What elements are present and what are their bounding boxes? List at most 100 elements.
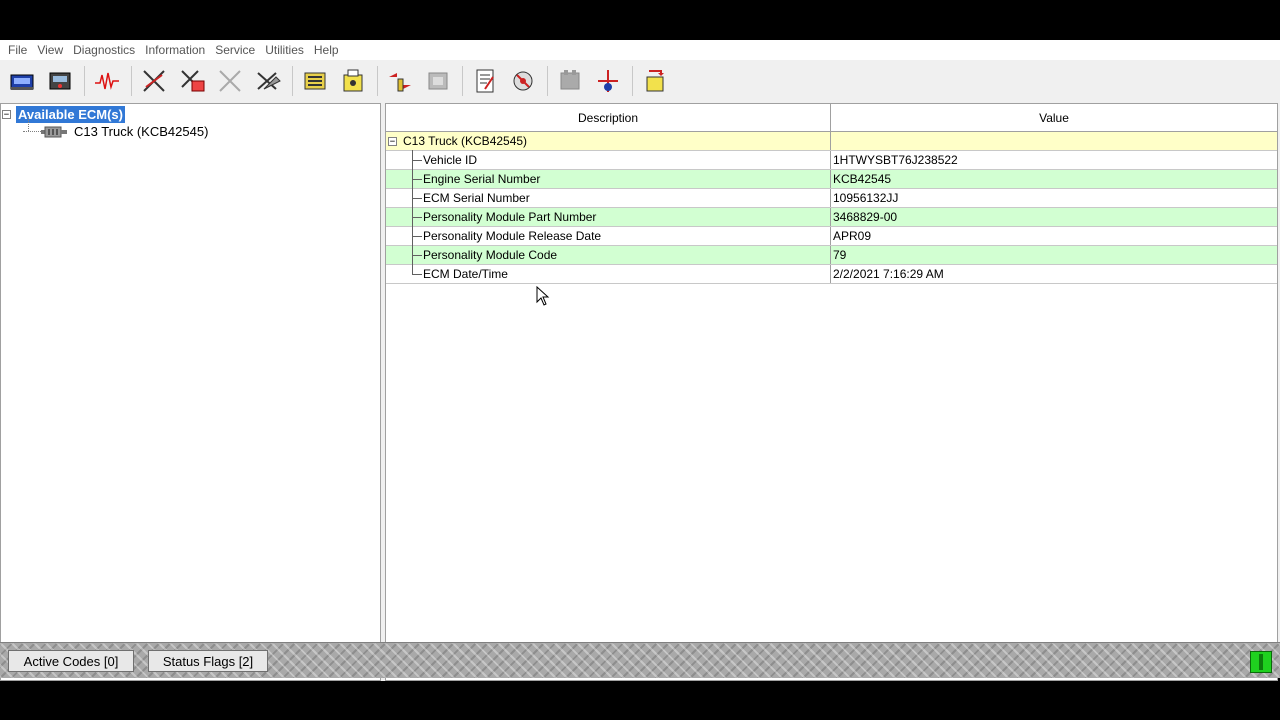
tree-connector-line (412, 150, 413, 170)
group-description-cell: − C13 Truck (KCB42545) (386, 132, 831, 150)
row-value: KCB42545 (833, 172, 892, 186)
description-cell: Personality Module Part Number (386, 207, 831, 227)
toolbar-separator (547, 66, 548, 96)
tree-connector-line (412, 235, 422, 237)
description-cell: ECM Serial Number (386, 188, 831, 208)
tree-root-label[interactable]: Available ECM(s) (15, 105, 126, 124)
description-cell: Engine Serial Number (386, 169, 831, 189)
configuration-button[interactable] (297, 64, 333, 98)
row-value: 1HTWYSBT76J238522 (833, 153, 958, 167)
flash-file-button[interactable] (637, 64, 673, 98)
flash-button[interactable] (505, 64, 541, 98)
menu-file[interactable]: File (4, 40, 31, 60)
ecm-tree-panel: − Available ECM(s) C13 Truck (KCB42545) (0, 103, 381, 681)
description-cell: Personality Module Code (386, 245, 831, 265)
row-value: 10956132JJ (833, 191, 899, 205)
connect-icon (10, 74, 34, 90)
row-description: Vehicle ID (423, 153, 478, 167)
menu-information[interactable]: Information (141, 40, 209, 60)
column-header-description[interactable]: Description (386, 104, 831, 131)
tree-connector-line (412, 216, 422, 218)
tests-icon (389, 73, 411, 92)
tree-root-node[interactable]: − Available ECM(s) (1, 105, 126, 124)
events-button[interactable] (212, 64, 248, 98)
collapse-toggle[interactable]: − (388, 136, 397, 146)
tree-connector-line (412, 207, 413, 227)
row-value: 3468829-00 (833, 210, 898, 224)
row-description: ECM Serial Number (423, 191, 530, 205)
toolbar-separator (462, 66, 463, 96)
document-button[interactable] (467, 64, 503, 98)
grid-header: Description Value (386, 104, 1277, 132)
tree-connector-line (412, 226, 413, 246)
calibrations-button[interactable] (420, 64, 456, 98)
graph-icon (560, 70, 580, 90)
clear-codes-icon (257, 72, 281, 90)
document-icon (476, 69, 494, 93)
tree-connector-line (412, 169, 413, 189)
disconnect-icon (49, 72, 71, 90)
menu-utilities[interactable]: Utilities (261, 40, 308, 60)
menu-bar: File View Diagnostics Information Servic… (0, 40, 1280, 60)
collapse-toggle[interactable]: − (2, 110, 11, 120)
tests-button[interactable] (382, 64, 418, 98)
table-row[interactable]: ECM Serial Number 10956132JJ (386, 188, 1277, 208)
flash-icon (513, 71, 533, 91)
tree-connector-line (412, 197, 422, 199)
tree-connector-line (412, 254, 422, 256)
logged-codes-icon (181, 70, 205, 92)
toolbar-separator (377, 66, 378, 96)
grid-group-row[interactable]: − C13 Truck (KCB42545) (386, 132, 1277, 151)
menu-help[interactable]: Help (310, 40, 343, 60)
row-description: Personality Module Release Date (423, 229, 602, 243)
row-description: ECM Date/Time (423, 267, 508, 281)
tree-connector-line (412, 188, 413, 208)
application-window: File View Diagnostics Information Servic… (0, 40, 1280, 681)
active-codes-icon (143, 70, 165, 92)
ecm-summary-icon (343, 69, 363, 92)
row-value: 79 (833, 248, 847, 262)
table-row[interactable]: ECM Date/Time 2/2/2021 7:16:29 AM (386, 264, 1277, 284)
events-icon (219, 70, 241, 92)
row-value: 2/2/2021 7:16:29 AM (833, 267, 944, 281)
table-row[interactable]: Personality Module Code 79 (386, 245, 1277, 265)
active-codes-status-button[interactable]: Active Codes [0] (8, 650, 134, 672)
flash-file-icon (646, 70, 664, 92)
connection-status-icon (1250, 651, 1272, 673)
table-row[interactable]: Engine Serial Number KCB42545 (386, 169, 1277, 189)
column-header-value[interactable]: Value (831, 104, 1277, 131)
tree-connector-line (412, 245, 413, 265)
data-link-icon (598, 70, 618, 92)
mouse-cursor-icon (536, 286, 550, 306)
tree-ecm-label[interactable]: C13 Truck (KCB42545) (74, 124, 208, 139)
status-button[interactable] (89, 64, 125, 98)
status-flags-button[interactable]: Status Flags [2] (148, 650, 268, 672)
tree-connector-line (412, 159, 422, 161)
disconnect-button[interactable] (42, 64, 78, 98)
data-link-button[interactable] (590, 64, 626, 98)
description-cell: Vehicle ID (386, 150, 831, 170)
table-row[interactable]: Vehicle ID 1HTWYSBT76J238522 (386, 150, 1277, 170)
status-waveform-icon (95, 72, 119, 90)
table-row[interactable]: Personality Module Part Number 3468829-0… (386, 207, 1277, 227)
description-cell: ECM Date/Time (386, 264, 831, 283)
tree-ecm-node[interactable]: C13 Truck (KCB42545) (23, 124, 208, 139)
tree-connector-line (412, 273, 422, 275)
tree-connector-line (412, 178, 422, 180)
menu-diagnostics[interactable]: Diagnostics (69, 40, 139, 60)
ecm-connector-icon (41, 126, 67, 137)
graph-button[interactable] (552, 64, 588, 98)
configuration-icon (304, 72, 326, 90)
row-description: Personality Module Code (423, 248, 558, 262)
connect-button[interactable] (4, 64, 40, 98)
menu-service[interactable]: Service (211, 40, 259, 60)
calibrations-icon (428, 72, 448, 90)
row-description: Personality Module Part Number (423, 210, 597, 224)
table-row[interactable]: Personality Module Release Date APR09 (386, 226, 1277, 246)
toolbar-separator (632, 66, 633, 96)
ecm-summary-button[interactable] (335, 64, 371, 98)
menu-view[interactable]: View (33, 40, 67, 60)
active-codes-button[interactable] (136, 64, 172, 98)
clear-codes-button[interactable] (250, 64, 286, 98)
logged-codes-button[interactable] (174, 64, 210, 98)
